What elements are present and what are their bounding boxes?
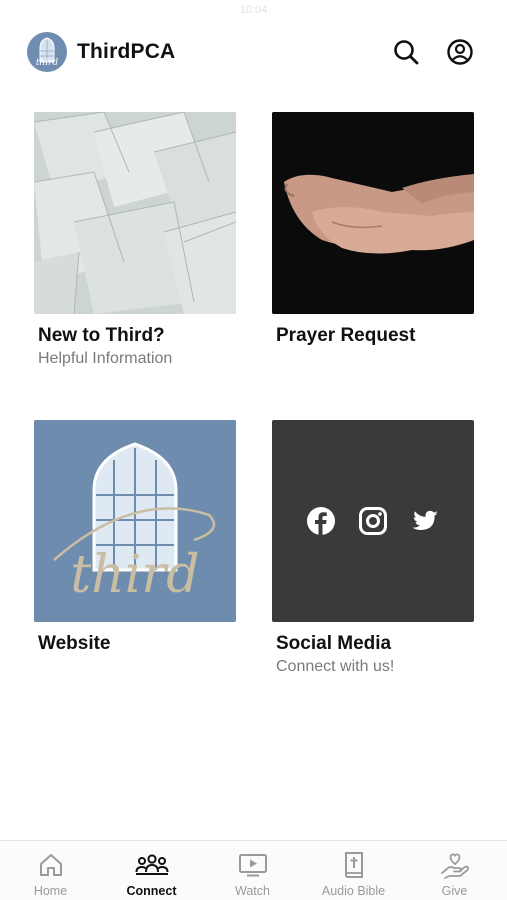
- facebook-icon[interactable]: [306, 506, 336, 536]
- status-bar: 10:04: [0, 0, 507, 20]
- people-icon: [135, 854, 168, 875]
- third-window-logo-image: third: [34, 420, 236, 622]
- tab-label: Connect: [126, 884, 177, 898]
- tile-prayer-request[interactable]: Prayer Request: [272, 112, 474, 347]
- social-media-image: [272, 420, 474, 622]
- tab-label: Home: [33, 884, 68, 898]
- tile-title: Prayer Request: [276, 325, 416, 346]
- tv-play-icon: [238, 854, 267, 877]
- search-button[interactable]: [390, 36, 422, 68]
- bottom-tab-bar: Home Connect Watch Audio Bible Give: [0, 840, 507, 900]
- tile-subtitle: Helpful Information: [38, 350, 173, 367]
- tab-label: Give: [441, 884, 468, 898]
- app-title: ThirdPCA: [77, 40, 176, 63]
- tab-give[interactable]: Give: [404, 841, 505, 900]
- tab-connect[interactable]: Connect: [101, 841, 202, 900]
- tab-home[interactable]: Home: [0, 841, 101, 900]
- app-logo: third: [27, 32, 67, 72]
- tile-subtitle: Connect with us!: [276, 658, 395, 675]
- status-time: 10:04: [239, 4, 268, 16]
- account-icon: [447, 39, 473, 65]
- torn-paper-image: [34, 112, 236, 314]
- svg-text:third: third: [36, 58, 59, 68]
- tile-title: Website: [38, 633, 111, 654]
- tile-new-to-third[interactable]: New to Third? Helpful Information: [34, 112, 236, 368]
- instagram-icon[interactable]: [358, 506, 388, 536]
- tab-label: Watch: [235, 884, 270, 898]
- svg-text:third: third: [70, 545, 199, 605]
- twitter-icon[interactable]: [410, 506, 440, 536]
- home-icon: [39, 854, 62, 876]
- app-header: third ThirdPCA: [0, 30, 507, 74]
- search-icon: [394, 40, 419, 65]
- tab-watch[interactable]: Watch: [202, 841, 303, 900]
- tab-label: Audio Bible: [321, 884, 386, 898]
- tile-title: New to Third?: [38, 325, 165, 346]
- tile-website[interactable]: third Website: [34, 420, 236, 655]
- open-hands-image: [272, 112, 474, 314]
- bible-cross-icon: [344, 852, 363, 878]
- account-button[interactable]: [444, 36, 476, 68]
- tab-audio-bible[interactable]: Audio Bible: [303, 841, 404, 900]
- heart-hand-icon: [440, 853, 469, 879]
- tile-title: Social Media: [276, 633, 392, 654]
- tile-social-media[interactable]: Social Media Connect with us!: [272, 420, 474, 676]
